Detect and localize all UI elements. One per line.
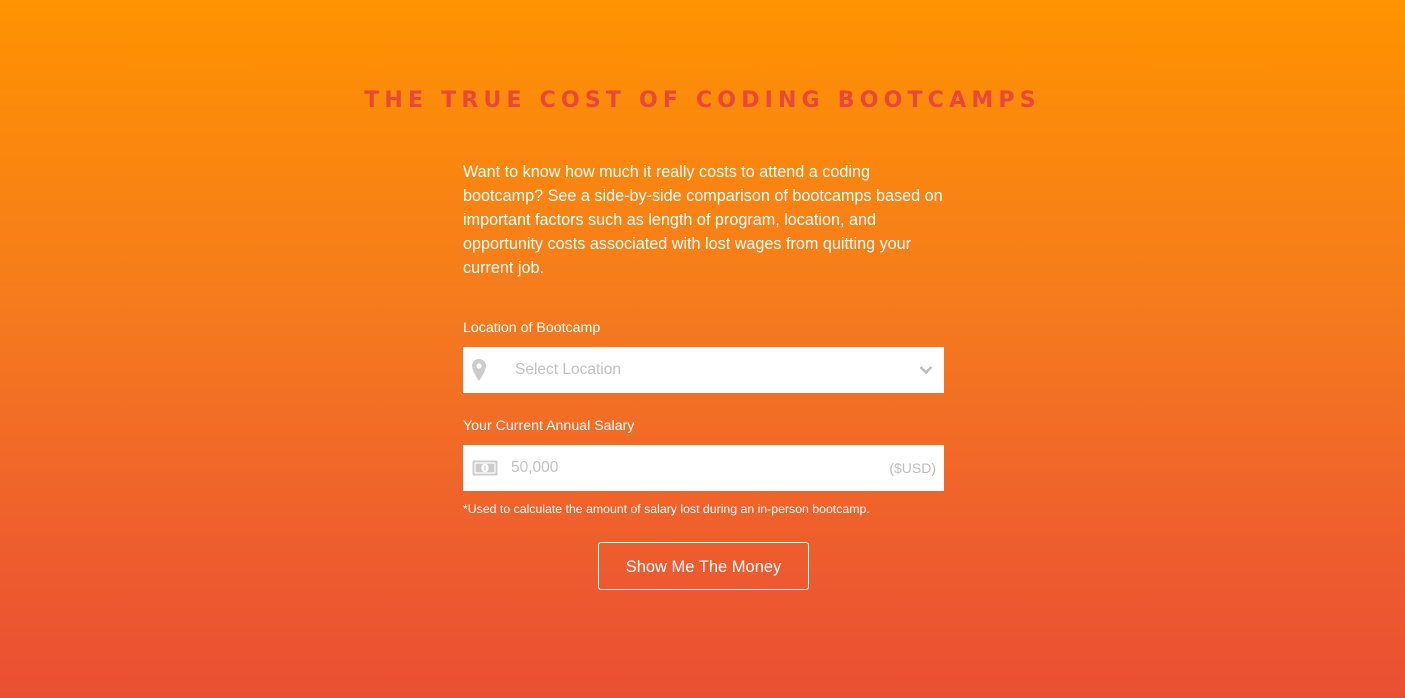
salary-note: *Used to calculate the amount of salary …: [463, 502, 870, 516]
money-bill-icon: [463, 445, 507, 491]
calculator-form: Want to know how much it really costs to…: [463, 160, 944, 590]
location-placeholder: Select Location: [515, 361, 621, 378]
location-label: Location of Bootcamp: [463, 320, 601, 336]
currency-unit: ($USD): [889, 460, 936, 476]
salary-input[interactable]: 50,000 ($USD): [463, 445, 944, 491]
intro-paragraph: Want to know how much it really costs to…: [463, 163, 943, 277]
location-select[interactable]: Select Location: [463, 347, 944, 393]
show-me-the-money-button[interactable]: Show Me The Money: [598, 542, 809, 590]
page-title: THE TRUE COST OF CODING BOOTCAMPS: [364, 88, 1041, 113]
salary-label: Your Current Annual Salary: [463, 418, 635, 434]
map-pin-icon: [463, 347, 495, 393]
salary-placeholder: 50,000: [511, 459, 559, 476]
chevron-down-icon: [916, 360, 936, 380]
